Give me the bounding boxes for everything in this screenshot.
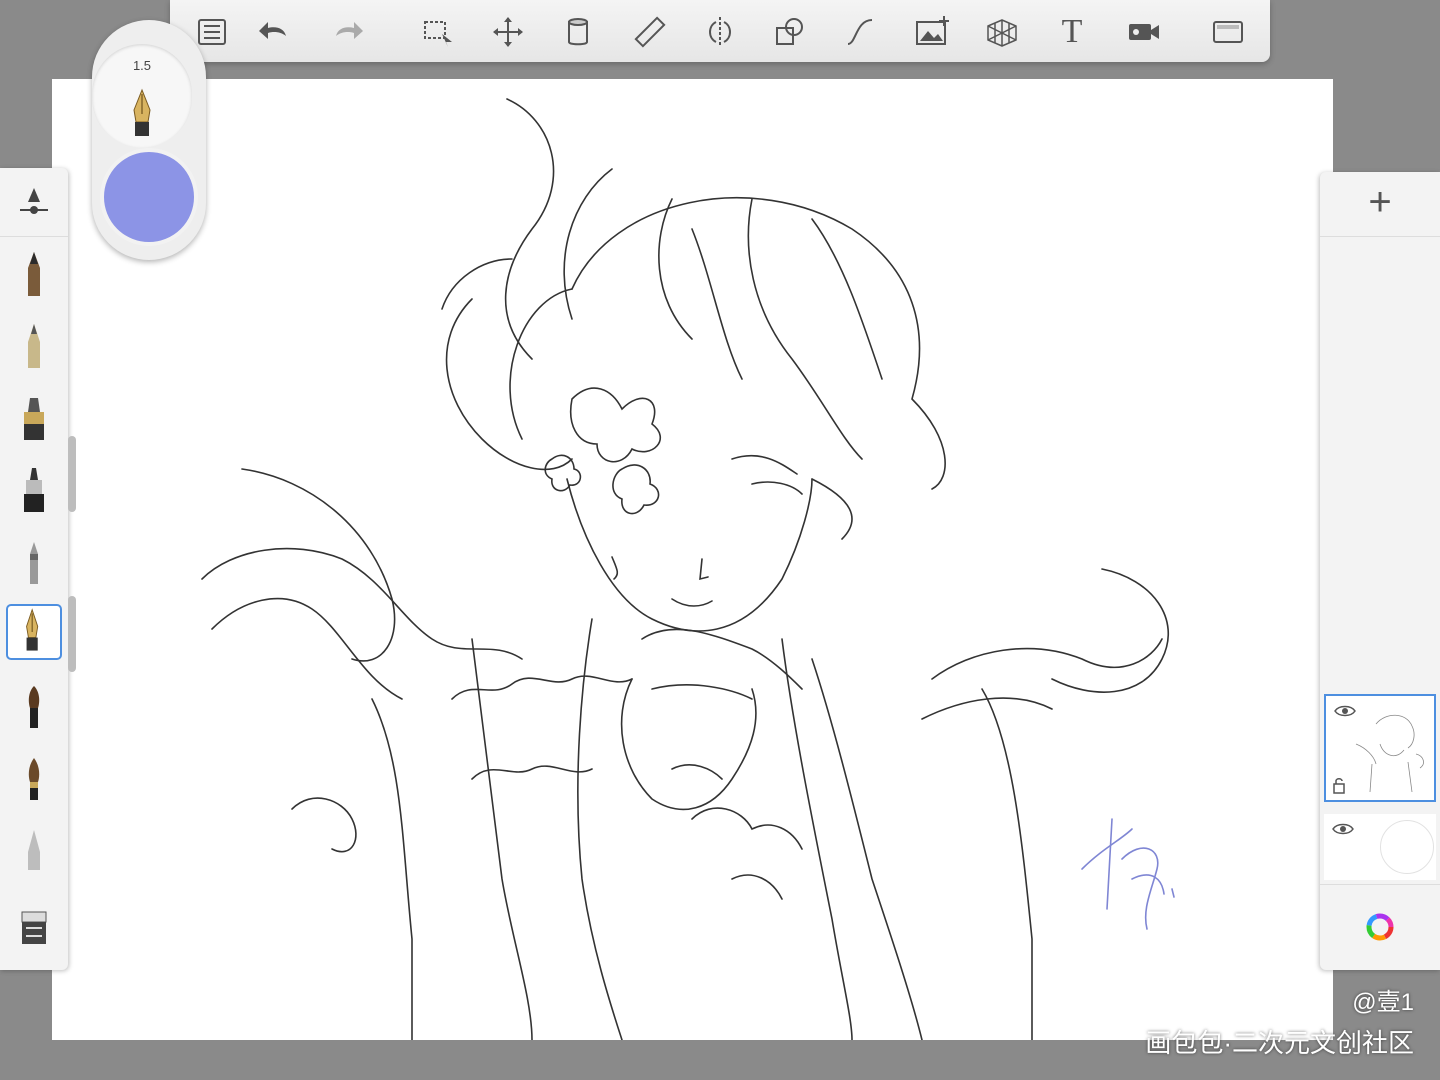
soft-brush-icon[interactable] [6,750,62,806]
brush-puck[interactable]: 1.5 [92,20,206,260]
pencil-brush-icon[interactable] [6,246,62,302]
fullscreen-icon[interactable] [1210,14,1246,50]
layer-panel: + [1320,172,1440,970]
watermark-user: @壹1 [1352,989,1414,1016]
selection-icon[interactable] [420,14,456,50]
brush-scroll-handle[interactable] [68,436,76,512]
layer-thumbnail-sketch[interactable] [1324,694,1436,802]
brush-settings-button[interactable] [0,168,68,237]
eraser-brush-icon[interactable] [6,896,62,952]
fountain-pen-brush-icon[interactable] [6,604,62,660]
shapes-icon[interactable] [772,14,808,50]
brush-size-value: 1.5 [132,58,152,73]
fill-icon[interactable] [560,14,596,50]
brush-size-wheel[interactable]: 1.5 [92,44,192,148]
brush-library-icon[interactable] [194,14,230,50]
ruler-icon[interactable] [632,14,668,50]
lock-icon[interactable] [1332,776,1346,794]
color-wheel-button[interactable] [1320,884,1440,971]
time-lapse-icon[interactable] [1126,14,1162,50]
paint-brush-icon[interactable] [6,678,62,734]
layer-preview-blank [1380,820,1434,874]
redo-icon[interactable] [330,14,366,50]
top-toolbar: T [170,0,1270,62]
marker-brush-icon[interactable] [6,390,62,446]
transform-icon[interactable] [490,14,526,50]
eye-icon[interactable] [1332,822,1354,836]
add-layer-label: + [1368,180,1392,224]
brush-properties-icon [20,188,48,214]
ink-pen-brush-icon[interactable] [6,462,62,518]
color-wheel-icon [1366,913,1394,941]
import-image-icon[interactable] [914,14,950,50]
drawing-canvas[interactable] [52,79,1333,1040]
sketch-artwork [201,98,1175,1040]
watermark-site: 画包包·二次元文创社区 [1145,1028,1414,1058]
symmetry-icon[interactable] [702,14,738,50]
brush-panel [0,168,76,970]
layer-preview-sketch [1355,714,1424,793]
fountain-pen-icon [133,88,151,136]
color-swatch[interactable] [100,148,198,246]
hard-pencil-brush-icon[interactable] [6,318,62,374]
undo-icon[interactable] [256,14,292,50]
layer-thumbnail-blank[interactable] [1324,814,1436,880]
add-layer-button[interactable]: + [1320,172,1440,237]
brush-scroll-handle-2[interactable] [68,596,76,672]
perspective-icon[interactable] [984,14,1020,50]
curve-icon[interactable] [842,14,878,50]
smudge-brush-icon[interactable] [6,822,62,878]
airbrush-brush-icon[interactable] [6,534,62,590]
text-icon[interactable]: T [1054,14,1090,50]
